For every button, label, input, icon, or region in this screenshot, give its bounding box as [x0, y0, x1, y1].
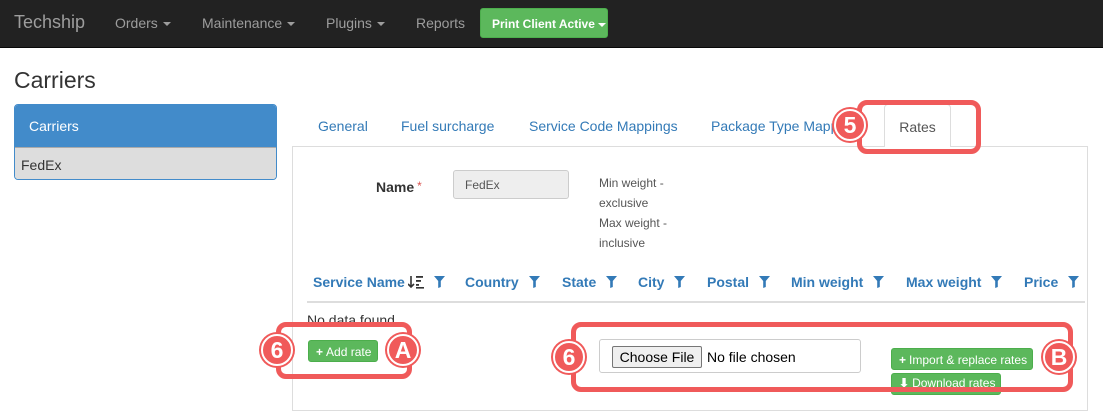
filter-icon[interactable] [433, 275, 445, 291]
name-label-text: Name [376, 179, 415, 195]
tab-general[interactable]: General [318, 118, 368, 134]
column-label: Max weight [906, 274, 982, 290]
rates-grid-header: Service Name Country State City Postal M… [307, 262, 1085, 303]
nav-plugins[interactable]: Plugins [326, 15, 385, 31]
print-client-active-button[interactable]: Print Client Active [480, 8, 608, 38]
sidebar-header: Carriers [15, 105, 276, 147]
highlight-import-area [571, 322, 1073, 392]
nav-maintenance-label: Maintenance [202, 15, 283, 31]
tab-service-code-mappings[interactable]: Service Code Mappings [529, 118, 678, 134]
column-country[interactable]: Country [465, 274, 540, 291]
hint-line: exclusive [599, 196, 649, 210]
annotation-badge-6a: 6 [261, 334, 293, 366]
filter-icon[interactable] [606, 275, 618, 291]
brand-logo[interactable]: Techship [14, 12, 85, 33]
column-city[interactable]: City [638, 274, 686, 291]
name-field: FedEx [453, 170, 569, 199]
filter-icon[interactable] [528, 275, 540, 291]
column-price[interactable]: Price [1024, 274, 1080, 291]
filter-icon[interactable] [1068, 275, 1080, 291]
tab-package-type-mappings[interactable]: Package Type Mapp [711, 118, 838, 134]
top-navbar: Techship Orders Maintenance Plugins Repo… [0, 0, 1103, 48]
annotation-badge-6b: 6 [553, 341, 585, 373]
caret-down-icon [287, 22, 296, 27]
tab-fuel-surcharge[interactable]: Fuel surcharge [401, 118, 494, 134]
nav-orders-label: Orders [115, 15, 158, 31]
print-client-label: Print Client Active [492, 17, 595, 31]
column-label: City [638, 274, 665, 290]
hint-line: inclusive [599, 236, 646, 250]
nav-orders[interactable]: Orders [115, 15, 171, 31]
column-label: Postal [707, 274, 750, 290]
column-label: Min weight [791, 274, 864, 290]
filter-icon[interactable] [759, 275, 771, 291]
nav-reports[interactable]: Reports [416, 15, 465, 31]
column-label: Price [1024, 274, 1059, 290]
nav-maintenance[interactable]: Maintenance [202, 15, 296, 31]
column-postal[interactable]: Postal [707, 274, 771, 291]
required-marker: * [417, 179, 422, 193]
nav-reports-label: Reports [416, 15, 466, 31]
annotation-badge-5: 5 [834, 109, 866, 141]
filter-icon[interactable] [991, 275, 1003, 291]
column-state[interactable]: State [562, 274, 618, 291]
column-max-weight[interactable]: Max weight [906, 274, 1003, 291]
hint-line: Max weight - [599, 216, 668, 230]
filter-icon[interactable] [873, 275, 885, 291]
column-min-weight[interactable]: Min weight [791, 274, 885, 291]
nav-plugins-label: Plugins [326, 15, 372, 31]
annotation-badge-b: B [1043, 341, 1075, 373]
caret-down-icon [162, 22, 171, 27]
caret-down-icon [376, 22, 385, 27]
column-label: Country [465, 274, 519, 290]
column-label: State [562, 274, 597, 290]
annotation-badge-a: A [387, 334, 419, 366]
weight-hint: Min weight - exclusive Max weight - incl… [599, 173, 679, 253]
carriers-sidebar: Carriers FedEx [14, 104, 277, 180]
caret-down-icon [597, 22, 606, 27]
sidebar-item-fedex[interactable]: FedEx [15, 147, 276, 179]
page-title: Carriers [14, 67, 96, 93]
filter-icon[interactable] [674, 275, 686, 291]
name-label: Name * [376, 179, 422, 195]
highlight-rates-tab [857, 100, 981, 154]
column-label: Service Name [313, 274, 405, 290]
sort-descending-icon[interactable] [407, 275, 424, 292]
hint-line: Min weight - [599, 176, 664, 190]
column-service-name[interactable]: Service Name [313, 274, 445, 292]
